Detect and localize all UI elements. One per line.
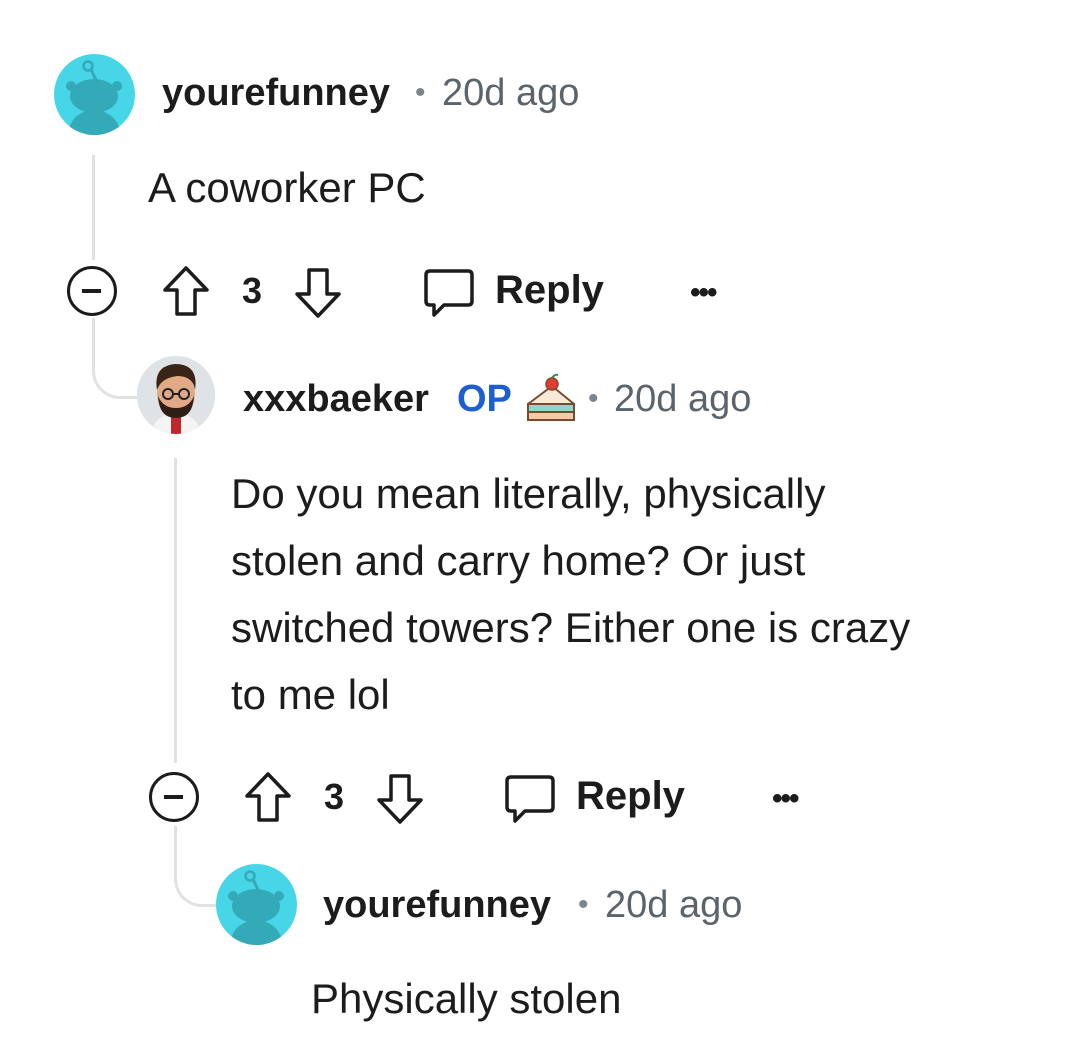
comment-body-line: switched towers? Either one is crazy bbox=[231, 604, 911, 651]
meta-separator: • bbox=[588, 382, 599, 415]
vote-count: 3 bbox=[242, 270, 263, 311]
comment-timestamp: 20d ago bbox=[614, 378, 752, 420]
upvote-icon[interactable] bbox=[160, 264, 212, 323]
vote-count: 3 bbox=[324, 776, 345, 817]
thread-line bbox=[92, 155, 95, 260]
thread-connector bbox=[92, 318, 141, 399]
comment-author[interactable]: yourefunney bbox=[162, 72, 390, 115]
comment-body-line: stolen and carry home? Or just bbox=[231, 537, 806, 584]
upvote-icon[interactable] bbox=[242, 770, 294, 829]
reply-icon[interactable] bbox=[503, 771, 557, 830]
user-avatar-icon bbox=[137, 356, 215, 434]
avatar[interactable] bbox=[216, 864, 297, 945]
comment-author[interactable]: xxxbaeker bbox=[243, 378, 429, 421]
avatar[interactable] bbox=[54, 54, 135, 135]
comment-body: Physically stolen bbox=[311, 975, 622, 1022]
reply-icon[interactable] bbox=[422, 265, 476, 324]
comment-timestamp: 20d ago bbox=[605, 884, 743, 926]
reply-button[interactable]: Reply bbox=[495, 268, 604, 313]
comment-timestamp: 20d ago bbox=[442, 72, 580, 114]
op-badge: OP bbox=[457, 378, 512, 420]
more-options-button[interactable]: ••• bbox=[772, 782, 799, 816]
comment-body: Do you mean literally, physically stolen… bbox=[231, 460, 910, 728]
comment-author[interactable]: yourefunney bbox=[323, 884, 551, 927]
meta-separator: • bbox=[578, 888, 589, 921]
snoo-avatar-icon bbox=[66, 60, 122, 135]
collapse-thread-button[interactable] bbox=[67, 266, 117, 316]
thread-connector bbox=[174, 826, 221, 907]
thread-line bbox=[174, 458, 177, 763]
reply-button[interactable]: Reply bbox=[576, 774, 685, 819]
meta-separator: • bbox=[415, 76, 426, 109]
more-options-button[interactable]: ••• bbox=[690, 276, 717, 310]
downvote-icon[interactable] bbox=[374, 772, 426, 831]
collapse-thread-button[interactable] bbox=[149, 772, 199, 822]
snoo-avatar-icon bbox=[228, 870, 284, 945]
cake-day-icon bbox=[522, 372, 578, 431]
comment-body: A coworker PC bbox=[148, 164, 426, 211]
avatar[interactable] bbox=[137, 356, 215, 434]
comment-body-line: Do you mean literally, physically bbox=[231, 470, 826, 517]
comment-body-line: to me lol bbox=[231, 671, 390, 718]
downvote-icon[interactable] bbox=[292, 266, 344, 325]
